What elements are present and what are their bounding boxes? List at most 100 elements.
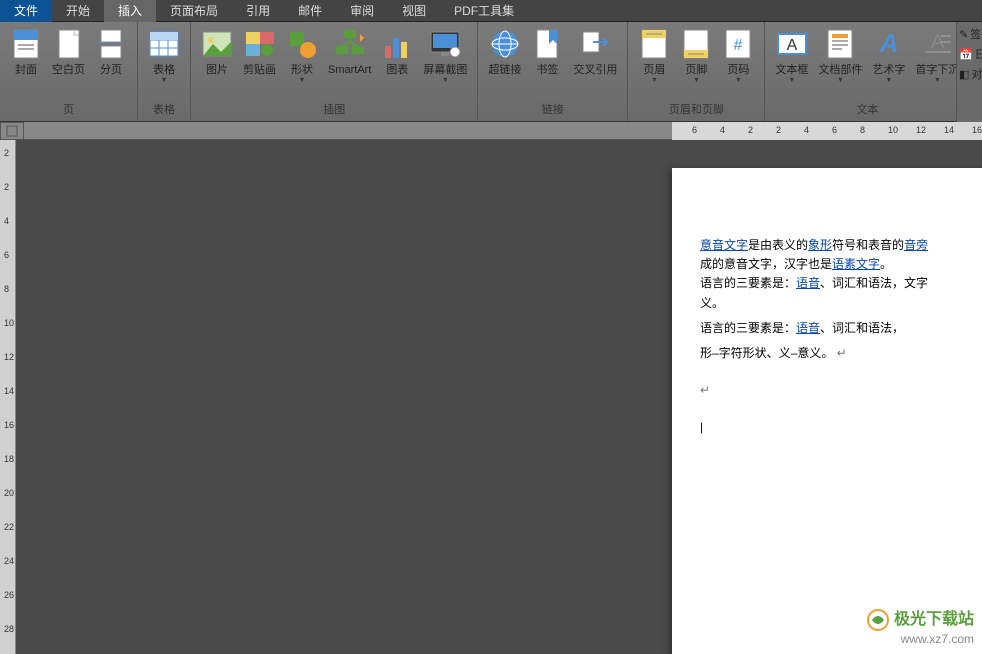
workspace[interactable]: 意音文字是由表义的象形符号和表音的音旁 成的意音文字，汉字也是语素文字。 语言的…	[16, 140, 982, 654]
ruler-tick: 12	[4, 352, 14, 362]
ribbon-button-docparts[interactable]: 文档部件▾	[814, 26, 866, 86]
text-line: ↵	[700, 381, 982, 400]
ribbon-button-label: 书签	[536, 64, 558, 77]
ribbon-button-chart[interactable]: 图表	[377, 26, 417, 79]
dropdown-arrow-icon: ▾	[935, 75, 939, 84]
text-run: 成的意音文字，汉字也是	[700, 257, 832, 271]
ribbon-button-cover-page[interactable]: 封面	[6, 26, 46, 79]
ribbon-button-wordart[interactable]: A艺术字▾	[868, 26, 909, 86]
menu-tab-home[interactable]: 开始	[52, 0, 104, 22]
ribbon-button-clipart[interactable]: 剪贴画	[239, 26, 280, 79]
ruler-active: 64224681012141618	[672, 122, 982, 140]
ribbon-button-smartart[interactable]: SmartArt	[324, 26, 375, 79]
ribbon-button-textbox[interactable]: A文本框▾	[771, 26, 812, 86]
dropdown-arrow-icon: ▾	[887, 75, 891, 84]
ribbon-button-shapes[interactable]: 形状▾	[282, 26, 322, 86]
footer-icon	[680, 28, 712, 60]
hyperlink-text[interactable]: 音旁	[904, 238, 928, 252]
text-line: 义。	[700, 294, 982, 313]
ribbon-button-picture[interactable]: 图片	[197, 26, 237, 79]
bookmark-icon	[531, 28, 563, 60]
ruler-tick: 6	[692, 125, 697, 135]
menu-tab-file[interactable]: 文件	[0, 0, 52, 22]
blank-page-icon	[53, 28, 85, 60]
picture-icon	[201, 28, 233, 60]
menu-tab-pdf[interactable]: PDF工具集	[440, 0, 528, 22]
menu-tab-view[interactable]: 视图	[388, 0, 440, 22]
ribbon-button-label: 剪贴画	[243, 64, 276, 77]
ribbon-button-table[interactable]: 表格▾	[144, 26, 184, 86]
ruler-tick: 2	[4, 182, 9, 192]
ruler-vertical[interactable]: 2246810121416182022242628	[0, 140, 16, 654]
group-label: 表格	[144, 99, 184, 119]
hyperlink-text[interactable]: 语素文字	[832, 257, 880, 271]
side-item-signature[interactable]: ✎签	[959, 26, 980, 42]
ruler-tick: 6	[832, 125, 837, 135]
ribbon-button-pagenum[interactable]: #页码▾	[718, 26, 758, 86]
ruler-tick: 16	[4, 420, 14, 430]
ribbon-button-footer[interactable]: 页脚▾	[676, 26, 716, 86]
text-run: 符号和表音的	[832, 238, 904, 252]
hyperlink-text[interactable]: 象形	[808, 238, 832, 252]
cover-page-icon	[10, 28, 42, 60]
page-content[interactable]: 意音文字是由表义的象形符号和表音的音旁 成的意音文字，汉字也是语素文字。 语言的…	[700, 236, 982, 438]
text-run: 语言的三要素是：	[700, 276, 796, 290]
paragraph-mark-icon: ↵	[837, 346, 847, 360]
menu-tab-layout[interactable]: 页面布局	[156, 0, 232, 22]
ruler-horizontal[interactable]: 64224681012141618	[24, 122, 982, 140]
object-icon: ◧	[959, 68, 969, 81]
ribbon-button-screenshot[interactable]: 屏幕截图▾	[419, 26, 471, 86]
menu-tab-review[interactable]: 审阅	[336, 0, 388, 22]
text-line: 语言的三要素是：语音、词汇和语法，文字	[700, 274, 982, 293]
menu-bar: 文件 开始 插入 页面布局 引用 邮件 审阅 视图 PDF工具集	[0, 0, 982, 22]
side-item-object[interactable]: ◧对	[959, 66, 980, 82]
group-label: 链接	[484, 99, 621, 119]
ribbon-group-0: 封面空白页分页页	[0, 22, 138, 121]
watermark-url: www.xz7.com	[866, 632, 974, 646]
text-run: 、词汇和语法，	[820, 321, 904, 335]
menu-tab-mail[interactable]: 邮件	[284, 0, 336, 22]
chart-icon	[381, 28, 413, 60]
hyperlink-icon	[489, 28, 521, 60]
menu-tab-insert[interactable]: 插入	[104, 0, 156, 22]
ribbon-button-hyperlink[interactable]: 超链接	[484, 26, 525, 79]
dropdown-arrow-icon: ▾	[162, 75, 166, 84]
ribbon-button-header[interactable]: 页眉▾	[634, 26, 674, 86]
text-cursor: |	[700, 418, 982, 437]
logo-icon	[866, 608, 890, 632]
ribbon-button-label: 分页	[100, 64, 122, 77]
ruler-tick: 8	[4, 284, 9, 294]
ruler-tick: 4	[4, 216, 9, 226]
dropcap-icon: A	[921, 28, 953, 60]
side-item-date[interactable]: 📅日	[959, 46, 980, 62]
menu-tab-references[interactable]: 引用	[232, 0, 284, 22]
ribbon-button-label: SmartArt	[328, 64, 371, 77]
text-line: 形–字符形状、义–意义。 ↵	[700, 344, 982, 363]
paragraph-mark-icon: ↵	[700, 383, 710, 397]
document-page[interactable]: 意音文字是由表义的象形符号和表音的音旁 成的意音文字，汉字也是语素文字。 语言的…	[672, 168, 982, 654]
textbox-icon: A	[776, 28, 808, 60]
ribbon-button-crossref[interactable]: 交叉引用	[569, 26, 621, 79]
hyperlink-text[interactable]: 语音	[796, 276, 820, 290]
side-panel: ✎签 📅日 ◧对	[956, 22, 982, 122]
pagenum-icon: #	[722, 28, 754, 60]
calendar-icon: 📅	[959, 48, 973, 61]
dropdown-arrow-icon: ▾	[790, 75, 794, 84]
smartart-icon	[334, 28, 366, 60]
hyperlink-text[interactable]: 语音	[796, 321, 820, 335]
ruler-tick: 10	[4, 318, 14, 328]
ribbon-button-page-break[interactable]: 分页	[91, 26, 131, 79]
hyperlink-text[interactable]: 意音文字	[700, 238, 748, 252]
ruler-toggle-icon	[6, 125, 18, 137]
clipart-icon	[244, 28, 276, 60]
ruler-tick: 2	[748, 125, 753, 135]
ruler-tick: 6	[4, 250, 9, 260]
shapes-icon	[286, 28, 318, 60]
ruler-corner[interactable]	[0, 122, 24, 140]
ribbon-group-3: 超链接书签交叉引用链接	[478, 22, 628, 121]
ribbon-group-1: 表格▾ 表格	[138, 22, 191, 121]
ribbon-button-blank-page[interactable]: 空白页	[48, 26, 89, 79]
watermark-title: 极光下载站	[894, 611, 974, 628]
ruler-tick: 4	[804, 125, 809, 135]
ribbon-button-bookmark[interactable]: 书签	[527, 26, 567, 79]
